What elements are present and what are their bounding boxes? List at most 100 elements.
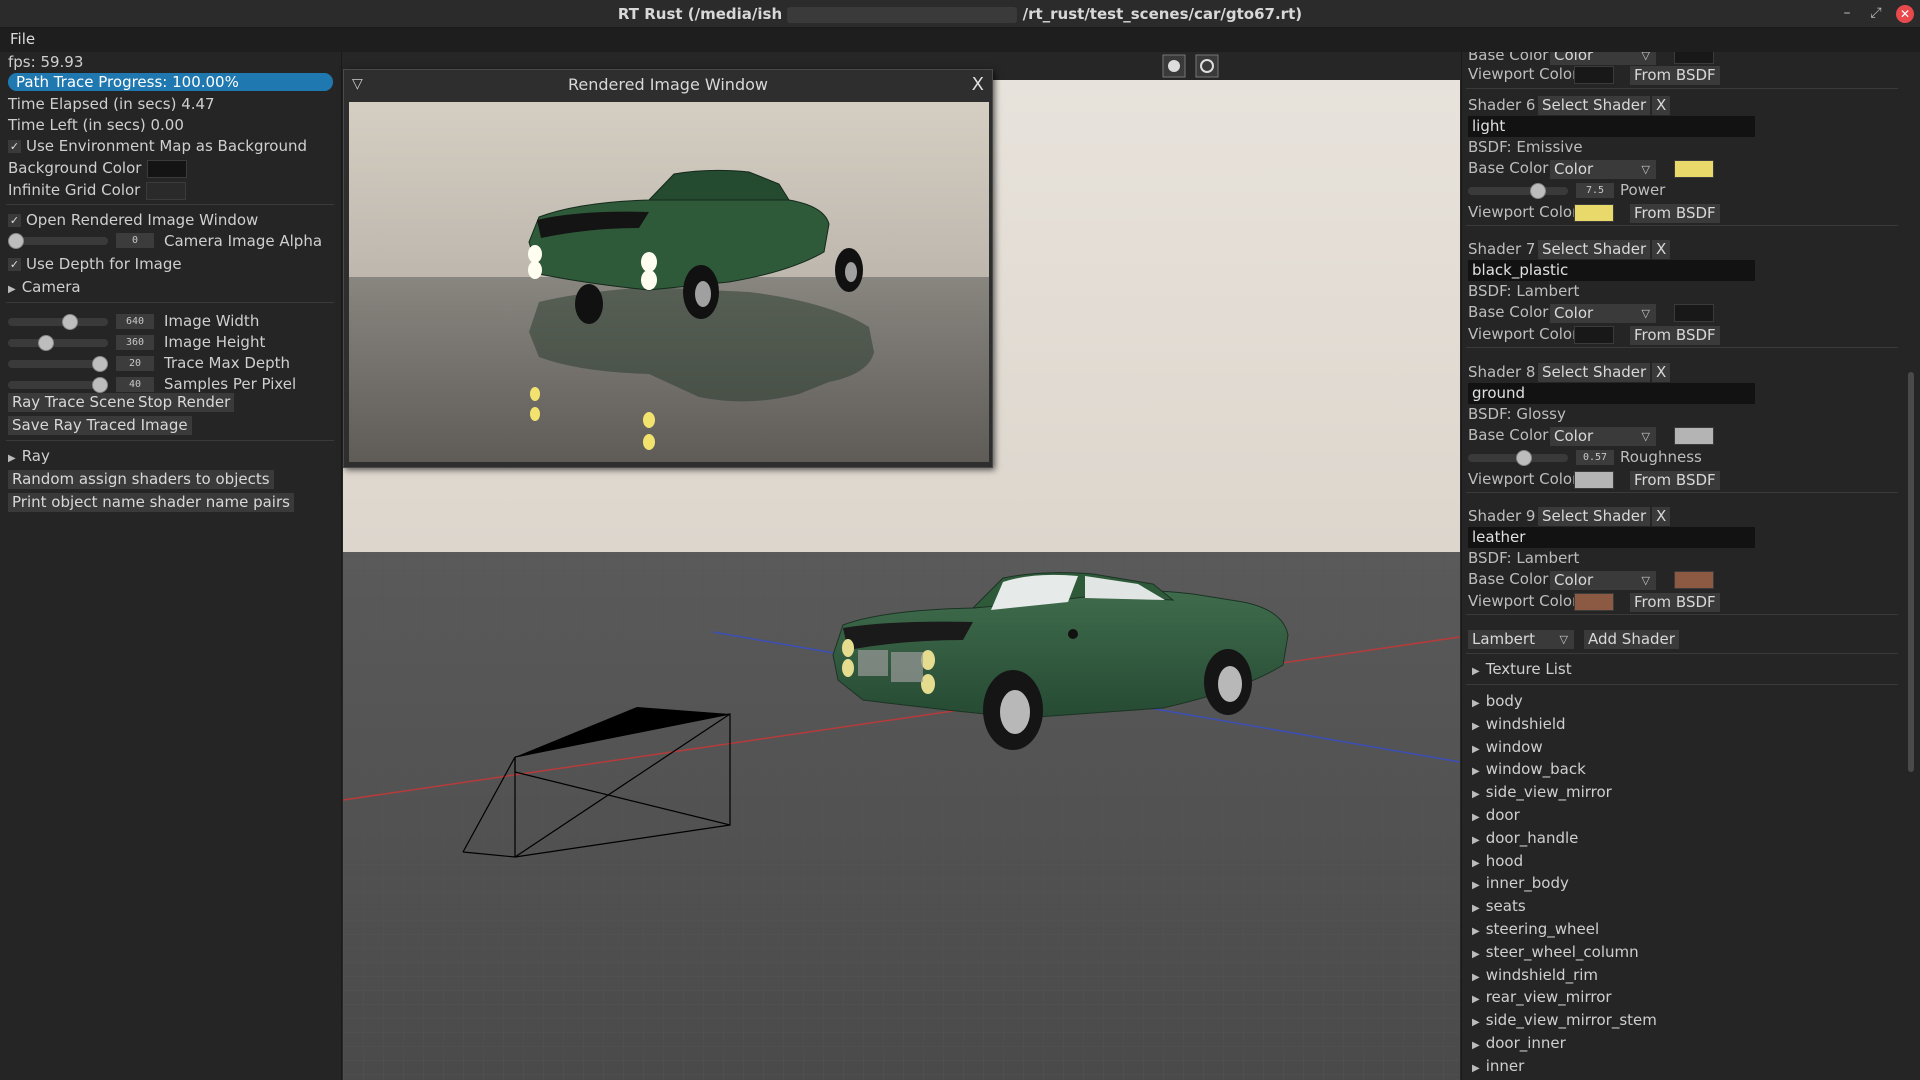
save-image-button[interactable]: Save Ray Traced Image [8, 416, 192, 435]
object-tree-item[interactable]: ▶ window_back [1472, 760, 1586, 778]
spp-value[interactable]: 40 [116, 377, 154, 392]
object-tree-item[interactable]: ▶ seats [1472, 897, 1526, 915]
remove-shader-button[interactable]: X [1652, 240, 1671, 259]
from-bsdf-button[interactable]: From BSDF [1630, 593, 1720, 612]
checkbox-icon[interactable]: ✓ [8, 214, 21, 227]
background-color-swatch[interactable] [147, 159, 188, 178]
from-bsdf-button[interactable]: From BSDF [1630, 471, 1720, 490]
camera-alpha-slider[interactable] [8, 233, 108, 249]
base-color-dropdown[interactable]: Color ▽ [1550, 427, 1656, 446]
base-color-swatch[interactable] [1674, 160, 1714, 178]
menu-file[interactable]: File [10, 30, 35, 48]
from-bsdf-button[interactable]: From BSDF [1630, 66, 1720, 85]
object-tree-item[interactable]: ▶ body [1472, 692, 1523, 710]
print-pairs-button[interactable]: Print object name shader name pairs [8, 493, 294, 512]
base-color-dropdown[interactable]: Color ▽ [1550, 571, 1656, 590]
expand-arrow-icon: ▶ [1472, 857, 1480, 869]
base-color-dropdown[interactable]: Color ▽ [1550, 304, 1656, 323]
object-tree-item[interactable]: ▶ side_view_mirror_stem [1472, 1011, 1657, 1029]
maximize-icon[interactable]: ⤢ [1865, 3, 1887, 25]
shader-name-input[interactable]: light [1468, 116, 1755, 137]
texture-list-section[interactable]: ▶ Texture List [1472, 660, 1572, 678]
from-bsdf-button[interactable]: From BSDF [1630, 204, 1720, 223]
slider-knob[interactable] [1530, 183, 1546, 199]
add-shader-button[interactable]: Add Shader [1584, 630, 1679, 649]
object-tree-item[interactable]: ▶ steering_wheel [1472, 920, 1599, 938]
object-tree-item[interactable]: ▶ inner_body [1472, 874, 1569, 892]
image-width-value[interactable]: 640 [116, 314, 154, 329]
from-bsdf-button[interactable]: From BSDF [1630, 326, 1720, 345]
image-height-slider[interactable] [8, 335, 108, 351]
stop-render-button[interactable]: Stop Render [134, 393, 235, 412]
select-shader-button[interactable]: Select Shader [1538, 96, 1651, 115]
trace-depth-slider[interactable] [8, 356, 108, 372]
object-tree-item[interactable]: ▶ door_inner [1472, 1034, 1566, 1052]
object-tree-item[interactable]: ▶ rear_view_mirror [1472, 988, 1612, 1006]
parameter-slider[interactable] [1468, 183, 1568, 199]
shader-name-input[interactable]: leather [1468, 527, 1755, 548]
remove-shader-button[interactable]: X [1652, 507, 1671, 526]
viewport-color-swatch[interactable] [1574, 326, 1614, 344]
object-tree-item[interactable]: ▶ windshield_rim [1472, 966, 1598, 984]
slider-knob[interactable] [62, 314, 78, 330]
parameter-value[interactable]: 0.57 [1576, 450, 1614, 465]
minimize-icon[interactable]: – [1836, 3, 1858, 25]
viewport-color-swatch[interactable] [1574, 593, 1614, 611]
base-color-swatch[interactable] [1674, 427, 1714, 445]
ray-trace-scene-button[interactable]: Ray Trace Scene [8, 393, 140, 412]
window-title-prefix: RT Rust (/media/ish [617, 5, 783, 23]
object-tree-item[interactable]: ▶ door_handle [1472, 829, 1578, 847]
object-tree-item[interactable]: ▶ door [1472, 806, 1520, 824]
spp-slider[interactable] [8, 377, 108, 393]
shader-name-input[interactable]: ground [1468, 383, 1755, 404]
base-color-swatch[interactable] [1674, 304, 1714, 322]
camera-view-icon[interactable] [1195, 54, 1219, 78]
open-render-window-checkbox[interactable]: ✓ Open Rendered Image Window [8, 211, 258, 229]
object-name-label: body [1485, 692, 1523, 710]
parameter-slider[interactable] [1468, 450, 1568, 466]
base-color-swatch[interactable] [1674, 571, 1714, 589]
slider-knob[interactable] [92, 356, 108, 372]
viewport-color-swatch[interactable] [1574, 471, 1614, 489]
object-tree-item[interactable]: ▶ windshield [1472, 715, 1566, 733]
use-env-map-checkbox[interactable]: ✓ Use Environment Map as Background [8, 137, 307, 155]
grid-color-swatch[interactable] [146, 181, 187, 200]
trace-depth-value[interactable]: 20 [116, 356, 154, 371]
slider-knob[interactable] [38, 335, 54, 351]
shader-name-input[interactable]: black_plastic [1468, 260, 1755, 281]
object-tree-item[interactable]: ▶ window [1472, 738, 1543, 756]
remove-shader-button[interactable]: X [1652, 96, 1671, 115]
select-shader-button[interactable]: Select Shader [1538, 363, 1651, 382]
top-base-color-dropdown[interactable]: Color ▽ [1550, 52, 1656, 65]
slider-knob[interactable] [1516, 450, 1532, 466]
select-shader-button[interactable]: Select Shader [1538, 240, 1651, 259]
top-viewport-color-swatch[interactable] [1574, 66, 1614, 84]
object-tree-item[interactable]: ▶ inner [1472, 1057, 1524, 1075]
slider-knob[interactable] [8, 233, 24, 249]
image-width-slider[interactable] [8, 314, 108, 330]
select-shader-button[interactable]: Select Shader [1538, 507, 1651, 526]
rendered-image-window[interactable]: ▽ Rendered Image Window X [343, 69, 993, 468]
object-tree-item[interactable]: ▶ side_view_mirror [1472, 783, 1612, 801]
image-height-value[interactable]: 360 [116, 335, 154, 350]
ray-section[interactable]: ▶ Ray [8, 447, 50, 465]
camera-section[interactable]: ▶ Camera [8, 278, 81, 296]
object-tree-item[interactable]: ▶ hood [1472, 852, 1523, 870]
use-depth-checkbox[interactable]: ✓ Use Depth for Image [8, 255, 182, 273]
right-panel-scrollbar[interactable] [1908, 372, 1914, 772]
viewport-color-swatch[interactable] [1574, 204, 1614, 222]
random-assign-button[interactable]: Random assign shaders to objects [8, 470, 274, 489]
camera-alpha-value[interactable]: 0 [116, 233, 154, 248]
checkbox-icon[interactable]: ✓ [8, 140, 21, 153]
remove-shader-button[interactable]: X [1652, 363, 1671, 382]
close-window-icon[interactable]: ✕ [1896, 5, 1914, 23]
checkbox-icon[interactable]: ✓ [8, 258, 21, 271]
new-shader-type-dropdown[interactable]: Lambert ▽ [1468, 630, 1574, 649]
top-base-color-swatch[interactable] [1674, 52, 1714, 64]
base-color-dropdown[interactable]: Color ▽ [1550, 160, 1656, 179]
object-tree-item[interactable]: ▶ steer_wheel_column [1472, 943, 1639, 961]
slider-knob[interactable] [92, 377, 108, 393]
render-window-header[interactable]: ▽ Rendered Image Window X [344, 70, 992, 100]
render-window-close-icon[interactable]: X [972, 74, 984, 95]
parameter-value[interactable]: 7.5 [1576, 183, 1614, 198]
